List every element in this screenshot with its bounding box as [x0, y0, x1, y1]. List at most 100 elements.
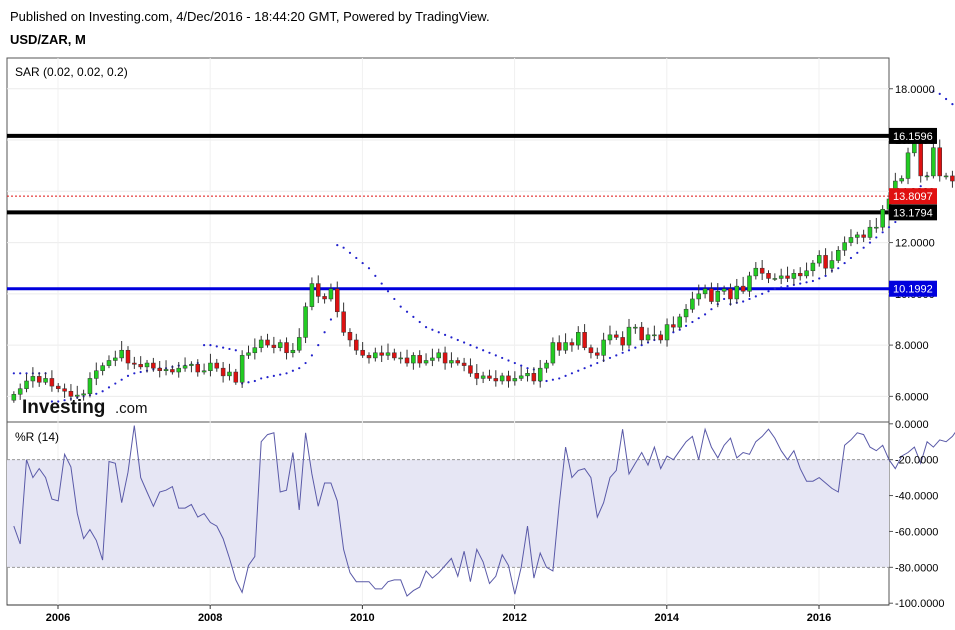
- sar-dot: [418, 320, 421, 324]
- candle-down: [766, 273, 771, 279]
- candle-up: [246, 352, 251, 356]
- candle-up: [17, 388, 23, 395]
- sar-dot: [938, 92, 941, 95]
- candle-up: [778, 275, 784, 279]
- sar-dot: [342, 246, 345, 249]
- sar-dot: [412, 315, 415, 319]
- sar-dot: [374, 274, 377, 277]
- candle-down: [620, 337, 625, 346]
- candle-up: [373, 352, 378, 359]
- candle-up: [715, 291, 721, 302]
- sar-dot: [887, 226, 891, 229]
- candle-down: [347, 332, 353, 341]
- sar-dot: [285, 372, 288, 375]
- candle-up: [747, 275, 752, 292]
- candle-up: [874, 226, 879, 229]
- sar-dot: [951, 103, 954, 106]
- price-tick-label: 8.0000: [895, 340, 929, 352]
- sar-dot: [786, 285, 789, 288]
- sar-dot: [126, 374, 130, 377]
- sar-dot: [348, 251, 352, 254]
- candle-up: [449, 360, 454, 364]
- candle-down: [455, 360, 461, 364]
- candle-up: [94, 370, 99, 379]
- candle-up: [905, 152, 911, 179]
- time-tick-label: 2010: [350, 612, 374, 624]
- candle-up: [436, 352, 441, 359]
- candle-up: [791, 273, 797, 279]
- candle-up: [518, 375, 524, 379]
- candle-down: [125, 349, 131, 364]
- price-pane-frame: [6, 57, 890, 423]
- sar-dot: [596, 361, 599, 365]
- level-tag-label: 16.1596: [893, 131, 933, 143]
- candlesticks: [11, 133, 955, 403]
- candle-down: [823, 255, 828, 269]
- sar-dot: [710, 308, 713, 311]
- candle-up: [816, 255, 822, 264]
- sar-dot: [881, 231, 884, 234]
- candle-down: [658, 334, 663, 341]
- sar-dot: [944, 97, 948, 101]
- candle-down: [487, 375, 492, 379]
- sar-dot: [202, 343, 206, 347]
- candle-down: [709, 288, 714, 302]
- candle-up: [690, 298, 695, 310]
- sar-dot: [501, 356, 504, 360]
- candle-up: [163, 369, 169, 371]
- candle-down: [341, 311, 346, 333]
- candle-up: [664, 324, 670, 341]
- candle-up: [804, 270, 809, 277]
- candle-up: [296, 337, 302, 351]
- candle-up: [43, 378, 48, 383]
- time-tick-label: 2016: [807, 612, 831, 624]
- candle-up: [855, 234, 860, 238]
- sar-dot: [234, 349, 237, 352]
- candle-down: [360, 349, 365, 356]
- candle-up: [633, 326, 638, 329]
- candle-up: [303, 306, 308, 338]
- candle-down: [582, 332, 587, 348]
- candle-up: [239, 355, 245, 383]
- price-tick-label: 6.0000: [895, 391, 929, 403]
- candle-down: [785, 275, 790, 279]
- sar-dot: [215, 345, 218, 348]
- candle-down: [233, 371, 239, 383]
- candle-up: [512, 378, 518, 382]
- candle-down: [404, 357, 410, 364]
- sar-dot: [748, 297, 751, 301]
- price-tick-label: 18.0000: [895, 84, 935, 96]
- williams-r-tick-label: -40.0000: [895, 491, 938, 503]
- sar-dot: [399, 305, 402, 308]
- candle-down: [62, 388, 67, 392]
- sar-dot: [367, 267, 371, 270]
- candle-up: [931, 147, 936, 177]
- sar-dot: [304, 361, 307, 365]
- candle-up: [880, 208, 885, 228]
- sar-dot: [329, 318, 333, 321]
- time-tick-label: 2008: [198, 612, 222, 624]
- candle-down: [671, 324, 676, 328]
- candle-down: [417, 355, 422, 364]
- sar-dot: [450, 336, 453, 339]
- time-axis: 2006 2008 2010 2012 2014 2016: [46, 605, 831, 624]
- candle-up: [550, 342, 556, 364]
- candle-down: [195, 364, 201, 373]
- sar-dot: [843, 261, 846, 265]
- candle-down: [132, 362, 137, 365]
- sar-dot: [482, 349, 485, 352]
- candle-up: [201, 370, 207, 373]
- candle-up: [328, 288, 334, 300]
- candle-up: [113, 357, 118, 361]
- logo-suffix: .com: [115, 400, 148, 417]
- sar-dot: [272, 374, 275, 377]
- candle-down: [354, 339, 359, 351]
- sar-dot: [443, 333, 447, 336]
- sar-dot: [361, 261, 364, 265]
- candle-up: [721, 288, 727, 292]
- candle-down: [271, 344, 277, 348]
- candle-up: [189, 364, 194, 366]
- sar-dot: [469, 343, 472, 347]
- sar-dot: [298, 367, 301, 370]
- sar-dot: [849, 256, 853, 260]
